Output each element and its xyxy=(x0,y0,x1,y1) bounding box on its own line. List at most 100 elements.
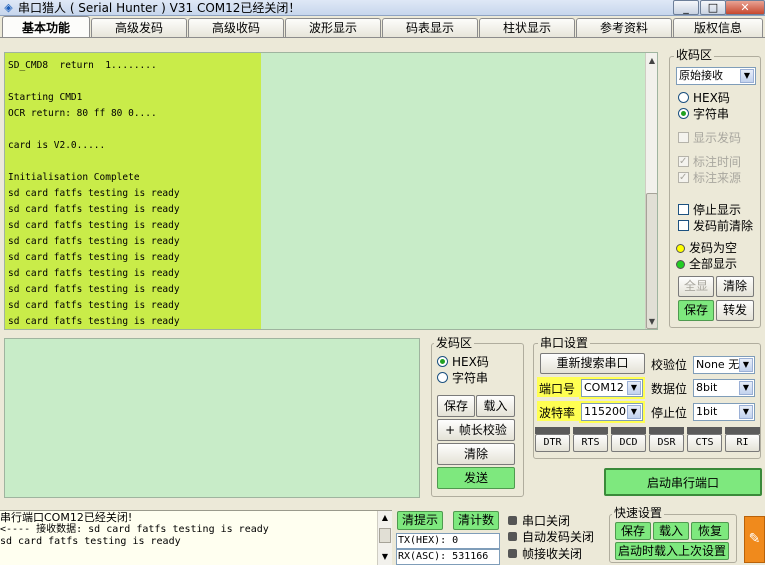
clear-receive-button[interactable]: 清除 xyxy=(716,276,754,297)
show-send-checkbox[interactable]: 显示发码 xyxy=(678,130,741,146)
receive-panel-title: 收码区 xyxy=(674,48,715,62)
baud-select[interactable]: 115200 ▼ xyxy=(581,403,643,421)
recv-text-radio[interactable]: 字符串 xyxy=(678,106,729,122)
parity-select[interactable]: None 无 ▼ xyxy=(693,356,755,374)
frame-recv-status: 帧接收关闭 xyxy=(508,546,582,562)
frame-checksum-button[interactable]: + 帧长校验 xyxy=(437,419,515,441)
dcd-indicator: DCD xyxy=(611,434,646,452)
status-log[interactable]: 串行端口COM12已经关闭! <---- 接收数据: sd card fatfs… xyxy=(0,510,392,565)
save-send-button[interactable]: 保存 xyxy=(437,395,475,417)
mark-source-checkbox[interactable]: 标注来源 xyxy=(678,170,741,186)
close-button[interactable]: ✕ xyxy=(725,0,765,15)
scroll-up-icon[interactable]: ▲ xyxy=(646,54,657,67)
mark-time-checkbox[interactable]: 标注时间 xyxy=(678,154,741,170)
parity-value: None 无 xyxy=(696,358,740,371)
tab-advanced-send[interactable]: 高级发码 xyxy=(91,18,187,38)
status-square-icon xyxy=(508,549,517,558)
forward-button[interactable]: 转发 xyxy=(716,300,754,321)
checkbox-checked-icon xyxy=(678,154,689,170)
tab-copyright[interactable]: 版权信息 xyxy=(673,18,763,38)
clear-count-button[interactable]: 清计数 xyxy=(453,511,499,530)
chevron-down-icon: ▼ xyxy=(740,69,754,83)
maximize-button[interactable]: □ xyxy=(700,0,726,15)
clear-before-send-checkbox[interactable]: 发码前清除 xyxy=(678,218,753,234)
show-all-indicator: 全部显示 xyxy=(676,256,737,272)
receive-textarea[interactable]: SD_CMD8 return 1........ Starting CMD1 O… xyxy=(4,52,658,330)
send-hex-radio[interactable]: HEX码 xyxy=(437,354,489,370)
tab-waveform[interactable]: 波形显示 xyxy=(285,18,381,38)
start-serial-port-button[interactable]: 启动串行端口 xyxy=(604,468,762,496)
databits-select[interactable]: 8bit ▼ xyxy=(693,379,755,397)
chevron-down-icon: ▼ xyxy=(739,358,753,372)
status-log-scrollbar[interactable]: ▲ ▼ xyxy=(377,511,392,565)
receive-scroll-thumb[interactable] xyxy=(646,193,657,329)
dsr-indicator: DSR xyxy=(649,434,684,452)
window-title: 串口猎人 ( Serial Hunter ) V31 COM12已经关闭！ xyxy=(18,1,301,15)
stopbits-select[interactable]: 1bit ▼ xyxy=(693,403,755,421)
dtr-button[interactable]: DTR xyxy=(535,434,570,452)
send-textarea[interactable] xyxy=(4,338,420,498)
quick-load-button[interactable]: 载入 xyxy=(653,522,689,540)
stopbits-value: 1bit xyxy=(696,405,718,418)
checkbox-icon xyxy=(678,204,689,215)
receive-mode-value: 原始接收 xyxy=(679,69,723,82)
title-bar[interactable]: ◈ 串口猎人 ( Serial Hunter ) V31 COM12已经关闭！ … xyxy=(0,0,765,16)
load-last-settings-button[interactable]: 启动时载入上次设置 xyxy=(615,542,729,560)
tab-advanced-receive[interactable]: 高级收码 xyxy=(188,18,284,38)
cts-indicator: CTS xyxy=(687,434,722,452)
dsr-lamp xyxy=(649,427,684,434)
status-square-icon xyxy=(508,516,517,525)
port-select[interactable]: COM12 ▼ xyxy=(581,379,643,397)
status-square-icon xyxy=(508,532,517,541)
clear-hint-button[interactable]: 清提示 xyxy=(397,511,443,530)
recv-hex-radio[interactable]: HEX码 xyxy=(678,90,730,106)
databits-value: 8bit xyxy=(696,381,718,394)
receive-mode-select[interactable]: 原始接收 ▼ xyxy=(676,67,756,85)
tab-bar-chart[interactable]: 柱状显示 xyxy=(479,18,575,38)
tab-basic[interactable]: 基本功能 xyxy=(2,16,90,38)
stop-display-checkbox[interactable]: 停止显示 xyxy=(678,202,741,218)
log-line: <---- 接收数据: sd card fatfs testing is rea… xyxy=(0,524,269,535)
send-panel-title: 发码区 xyxy=(434,336,475,350)
log-line: sd card fatfs testing is ready xyxy=(0,536,181,547)
clear-send-button[interactable]: 清除 xyxy=(437,443,515,465)
send-button[interactable]: 发送 xyxy=(437,467,515,489)
chevron-down-icon: ▼ xyxy=(739,381,753,395)
status-scroll-thumb[interactable] xyxy=(379,528,391,543)
databits-label: 数据位 xyxy=(651,382,688,396)
stopbits-label: 停止位 xyxy=(651,406,688,420)
radio-on-icon xyxy=(678,108,689,119)
chevron-down-icon: ▼ xyxy=(627,381,641,395)
minimize-button[interactable]: _ xyxy=(673,0,699,15)
rts-lamp xyxy=(573,427,608,434)
scroll-up-icon[interactable]: ▲ xyxy=(379,512,391,524)
rescan-ports-button[interactable]: 重新搜索串口 xyxy=(540,353,645,374)
log-line: 串行端口COM12已经关闭! xyxy=(0,511,133,524)
rx-counter: RX(ASC): 531166 xyxy=(396,549,500,565)
tx-counter: TX(HEX): 0 xyxy=(396,533,500,549)
checkbox-icon xyxy=(678,132,689,143)
checkbox-checked-icon xyxy=(678,170,689,186)
chevron-down-icon: ▼ xyxy=(627,405,641,419)
radio-on-icon xyxy=(437,356,448,367)
rts-button[interactable]: RTS xyxy=(573,434,608,452)
yellow-dot-icon xyxy=(676,244,685,253)
ri-lamp xyxy=(725,427,760,434)
send-text-radio[interactable]: 字符串 xyxy=(437,370,488,386)
chevron-down-icon: ▼ xyxy=(739,405,753,419)
tab-reference[interactable]: 参考资料 xyxy=(576,18,672,38)
radio-off-icon xyxy=(678,92,689,103)
quick-restore-button[interactable]: 恢复 xyxy=(691,522,729,540)
scroll-down-icon[interactable]: ▼ xyxy=(646,315,657,328)
show-all-button[interactable]: 全显 xyxy=(678,276,714,297)
serial-hunter-icon: ◈ xyxy=(4,1,13,14)
scroll-down-icon[interactable]: ▼ xyxy=(379,551,391,563)
tool-settings-icon[interactable]: ✎ xyxy=(744,516,765,563)
quick-save-button[interactable]: 保存 xyxy=(615,522,651,540)
save-receive-button[interactable]: 保存 xyxy=(678,300,714,321)
port-label: 端口号 xyxy=(539,382,576,396)
tab-code-table[interactable]: 码表显示 xyxy=(382,18,478,38)
green-dot-icon xyxy=(676,260,685,269)
load-send-button[interactable]: 载入 xyxy=(476,395,515,417)
tab-bar: 基本功能 高级发码 高级收码 波形显示 码表显示 柱状显示 参考资料 版权信息 xyxy=(0,16,765,38)
